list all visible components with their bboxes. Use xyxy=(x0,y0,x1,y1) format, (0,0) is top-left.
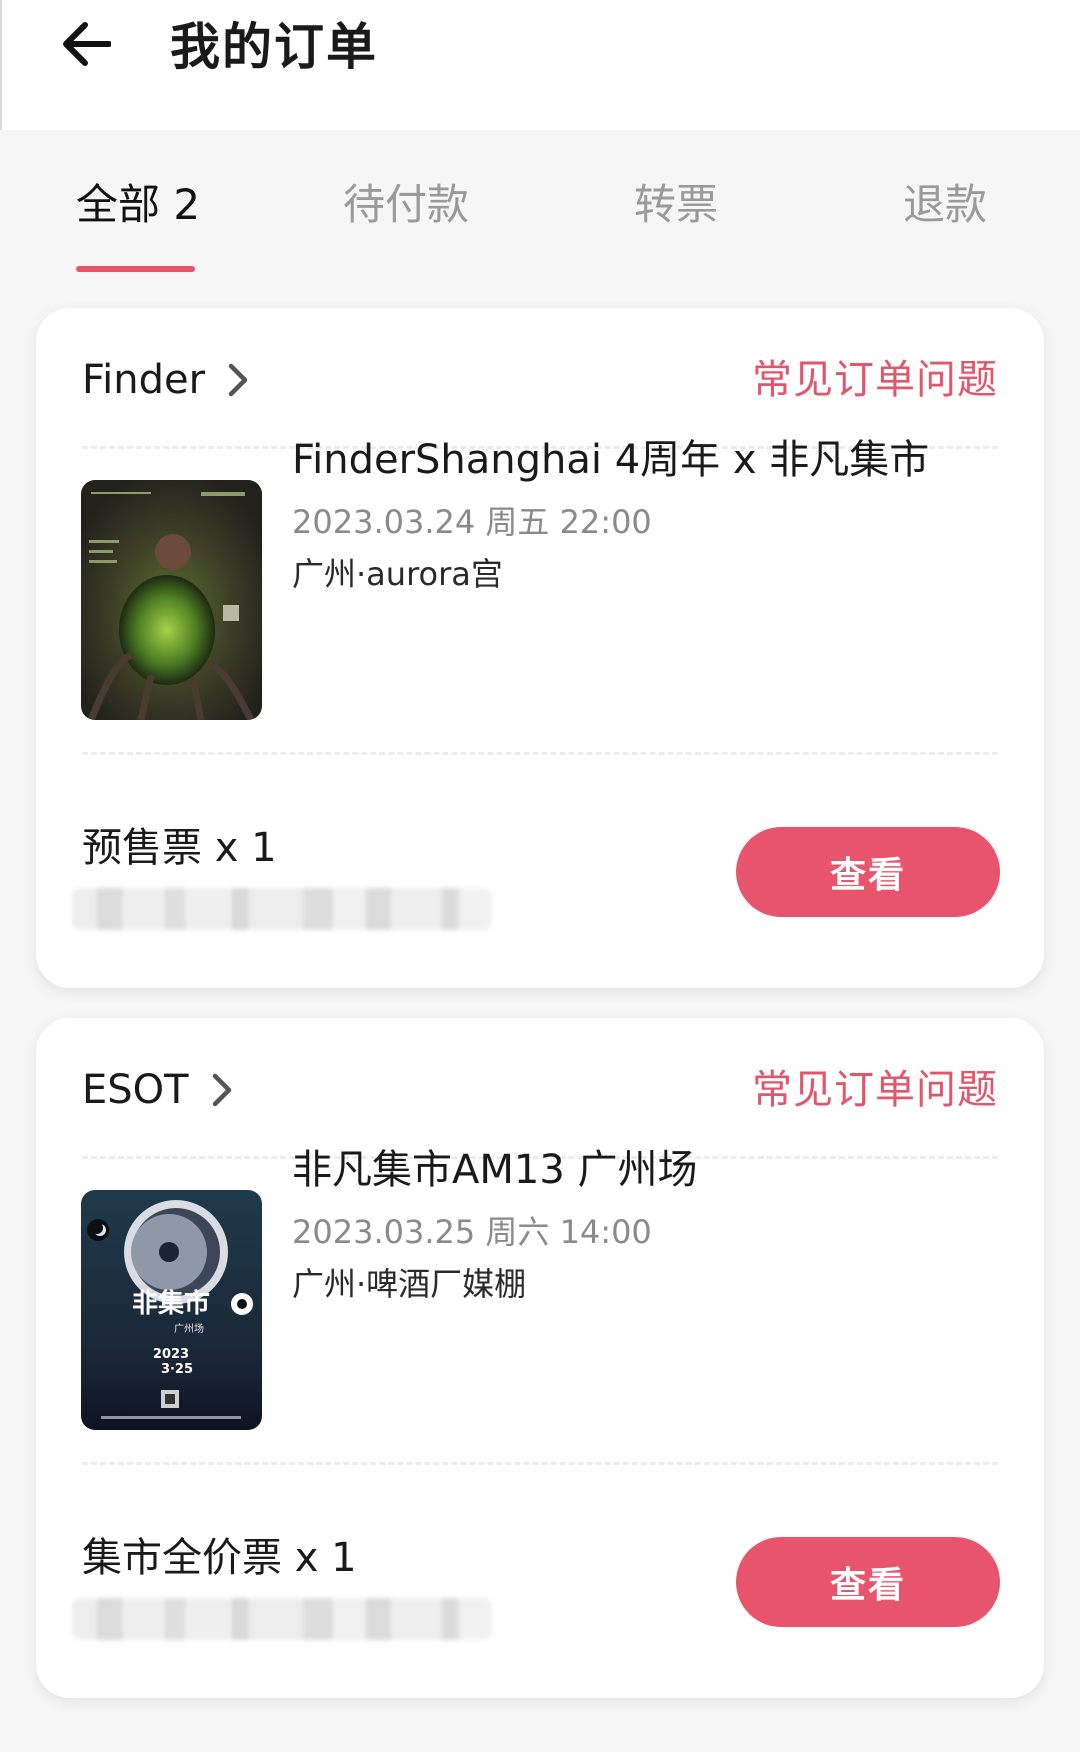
view-order-button[interactable]: 查看 xyxy=(736,827,1000,917)
view-order-button[interactable]: 查看 xyxy=(736,1537,1000,1627)
event-title[interactable]: 非凡集市AM13 广州场 xyxy=(292,1142,698,1198)
ticket-type: 预售票 x 1 xyxy=(82,825,277,871)
organizer-name: Finder xyxy=(82,357,206,403)
ticket-type: 集市全价票 x 1 xyxy=(82,1535,357,1581)
order-card-header: Finder 常见订单问题 xyxy=(82,348,998,412)
event-venue: 广州·啤酒厂媒棚 xyxy=(292,1265,527,1303)
poster-title: 非集市 xyxy=(132,1288,210,1319)
order-tabs: 全部 2 待付款 转票 退款 xyxy=(0,130,1080,280)
tab-transfer[interactable]: 转票 xyxy=(634,175,718,235)
active-tab-indicator xyxy=(76,266,195,272)
back-button[interactable] xyxy=(56,14,116,78)
app-header: 我的订单 xyxy=(0,0,1080,130)
poster-date: 3·25 xyxy=(161,1362,193,1377)
organizer-name: ESOT xyxy=(82,1067,189,1113)
organizer-link[interactable]: Finder xyxy=(82,348,249,412)
tab-all[interactable]: 全部 2 xyxy=(76,175,200,235)
tab-refund[interactable]: 退款 xyxy=(903,175,987,235)
event-date: 2023.03.24 周五 22:00 xyxy=(292,503,652,541)
event-venue: 广州·aurora宫 xyxy=(292,555,503,593)
event-title[interactable]: FinderShanghai 4周年 x 非凡集市 xyxy=(292,432,929,488)
order-card: ESOT 常见订单问题 非集市 广州场 2023 3·25 非凡集市AM13 广… xyxy=(36,1018,1044,1698)
redacted-info xyxy=(72,888,492,930)
event-poster[interactable]: 非集市 广州场 2023 3·25 xyxy=(81,1190,262,1430)
poster-subtitle: 广州场 xyxy=(174,1322,204,1335)
order-card: Finder 常见订单问题 FinderShanghai 4周年 x 非凡集市 … xyxy=(36,308,1044,988)
organizer-link[interactable]: ESOT xyxy=(82,1058,233,1122)
arrow-left-icon xyxy=(61,21,112,71)
order-card-header: ESOT 常见订单问题 xyxy=(82,1058,998,1122)
divider xyxy=(82,752,998,755)
chevron-right-icon xyxy=(211,1072,233,1108)
redacted-info xyxy=(72,1598,492,1640)
divider xyxy=(82,1462,998,1465)
chevron-right-icon xyxy=(227,362,249,398)
event-poster[interactable] xyxy=(81,480,262,720)
faq-link[interactable]: 常见订单问题 xyxy=(752,1058,998,1122)
page-title: 我的订单 xyxy=(170,18,378,76)
faq-link[interactable]: 常见订单问题 xyxy=(752,348,998,412)
tab-pending-payment[interactable]: 待付款 xyxy=(343,175,469,235)
event-date: 2023.03.25 周六 14:00 xyxy=(292,1213,652,1251)
poster-year: 2023 xyxy=(153,1347,189,1362)
